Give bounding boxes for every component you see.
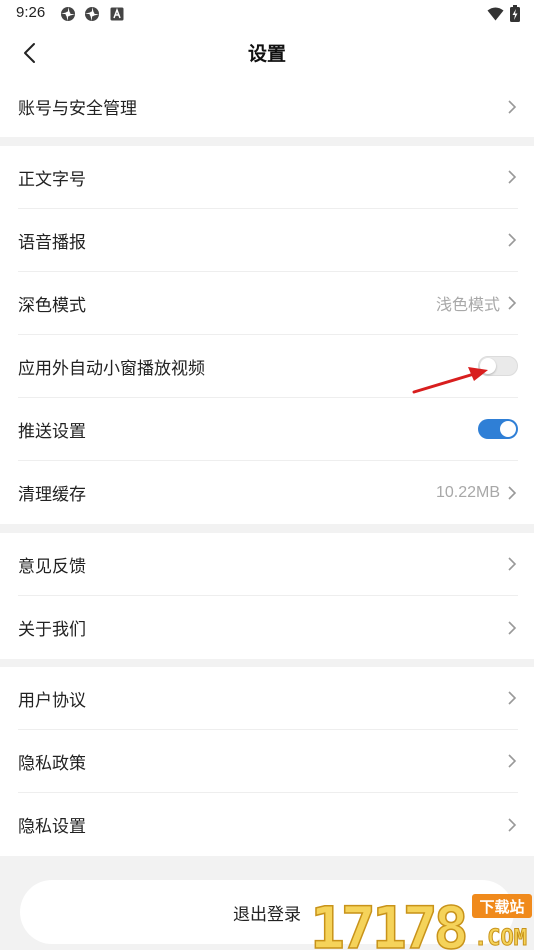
push-settings-toggle[interactable] bbox=[478, 419, 518, 439]
settings-item-user-agreement[interactable]: 用户协议 bbox=[18, 667, 518, 730]
settings-item-label: 用户协议 bbox=[18, 690, 86, 711]
cache-size-value: 10.22MB bbox=[435, 483, 500, 501]
settings-item-floating-video: 应用外自动小窗播放视频 bbox=[18, 335, 518, 398]
settings-item-label: 深色模式 bbox=[18, 295, 86, 316]
settings-item-privacy-policy[interactable]: 隐私政策 bbox=[18, 730, 518, 793]
settings-item-label: 隐私设置 bbox=[18, 817, 86, 837]
settings-group-general: 正文字号 语音播报 深色模式 浅色模式 应用外自动小窗播放视频 推送设置 清理缓… bbox=[0, 146, 534, 524]
settings-item-feedback[interactable]: 意见反馈 bbox=[18, 533, 518, 596]
wifi-icon bbox=[487, 7, 504, 20]
logout-button[interactable]: 退出登录 bbox=[20, 880, 514, 944]
toggle-knob bbox=[480, 358, 496, 374]
settings-item-label: 推送设置 bbox=[18, 421, 86, 442]
settings-item-font-size[interactable]: 正文字号 bbox=[18, 146, 518, 209]
settings-group-account: 账号与安全管理 bbox=[0, 76, 534, 137]
navigation-bar: 设置 bbox=[0, 28, 534, 76]
settings-item-label: 清理缓存 bbox=[18, 485, 86, 505]
settings-item-push-settings: 推送设置 bbox=[18, 398, 518, 461]
settings-item-label: 意见反馈 bbox=[18, 556, 86, 577]
font-notification-icon bbox=[110, 7, 124, 21]
chevron-right-icon bbox=[508, 99, 517, 114]
status-bar: 9:26 bbox=[0, 0, 534, 28]
settings-item-label: 语音播报 bbox=[18, 232, 86, 253]
chevron-right-icon bbox=[508, 817, 517, 832]
settings-group-legal: 用户协议 隐私政策 隐私设置 bbox=[0, 667, 534, 856]
floating-video-toggle[interactable] bbox=[478, 356, 518, 376]
chevron-right-icon bbox=[508, 485, 517, 500]
settings-group-about: 意见反馈 关于我们 bbox=[0, 533, 534, 659]
toggle-knob bbox=[500, 421, 516, 437]
app-notification-icon bbox=[61, 7, 75, 21]
settings-item-clear-cache[interactable]: 清理缓存 10.22MB bbox=[18, 461, 518, 524]
chevron-right-icon bbox=[508, 691, 517, 705]
logout-label: 退出登录 bbox=[233, 904, 301, 925]
chevron-right-icon bbox=[508, 620, 517, 635]
settings-item-label: 正文字号 bbox=[18, 169, 86, 190]
dark-mode-value: 浅色模式 bbox=[435, 297, 500, 314]
chevron-right-icon bbox=[508, 233, 517, 247]
settings-item-about-us[interactable]: 关于我们 bbox=[18, 596, 518, 659]
settings-item-label: 账号与安全管理 bbox=[18, 99, 137, 119]
chevron-right-icon bbox=[508, 296, 517, 310]
settings-item-account-security[interactable]: 账号与安全管理 bbox=[18, 76, 518, 137]
battery-icon bbox=[510, 5, 520, 22]
chevron-right-icon bbox=[508, 170, 517, 184]
settings-item-label: 隐私政策 bbox=[18, 753, 86, 774]
settings-item-dark-mode[interactable]: 深色模式 浅色模式 bbox=[18, 272, 518, 335]
settings-item-label: 应用外自动小窗播放视频 bbox=[18, 358, 205, 379]
settings-item-privacy-settings[interactable]: 隐私设置 bbox=[18, 793, 518, 856]
status-time: 9:26 bbox=[16, 4, 46, 21]
settings-item-right: 浅色模式 bbox=[436, 291, 518, 315]
settings-item-label: 关于我们 bbox=[18, 620, 86, 640]
chevron-right-icon bbox=[508, 754, 517, 768]
settings-item-right: 10.22MB bbox=[436, 484, 518, 502]
settings-item-voice-broadcast[interactable]: 语音播报 bbox=[18, 209, 518, 272]
app-notification-icon bbox=[85, 7, 99, 21]
chevron-right-icon bbox=[508, 557, 517, 571]
page-title: 设置 bbox=[247, 43, 286, 65]
